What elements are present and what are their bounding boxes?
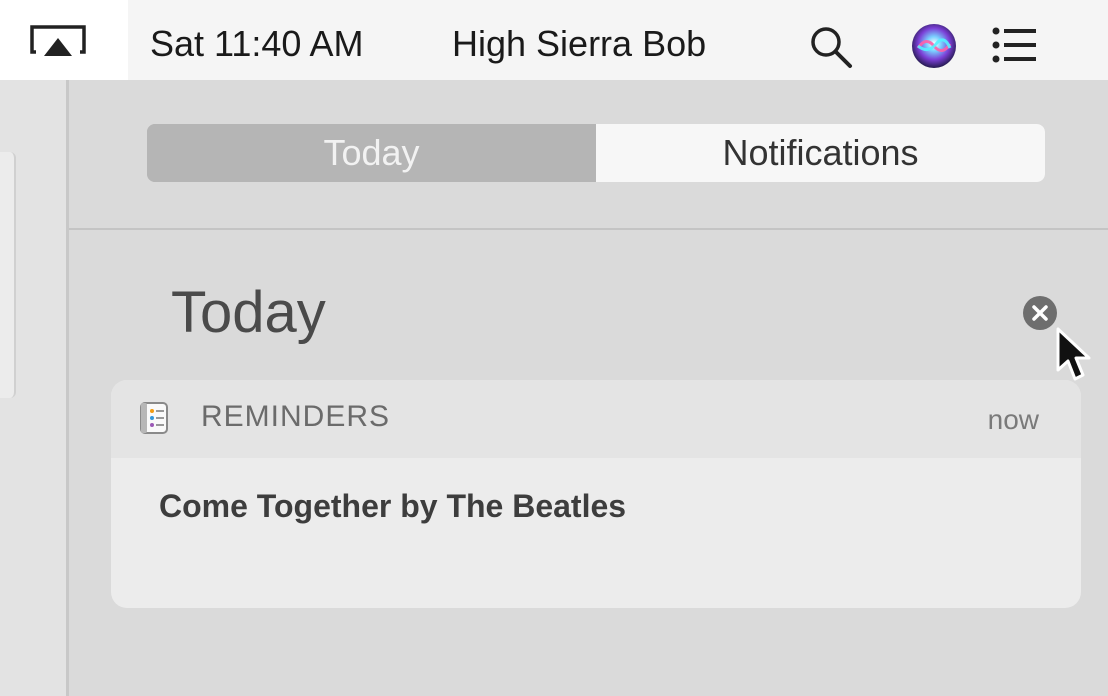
reminders-icon [140, 402, 168, 434]
background-window-edge [0, 80, 69, 696]
menu-bar: Sat 11:40 AM High Sierra Bob [0, 0, 1108, 80]
view-switcher: Today Notifications [147, 124, 1045, 182]
airplay-menu[interactable] [0, 0, 128, 80]
tab-notifications[interactable]: Notifications [596, 124, 1045, 182]
menu-user-name[interactable]: High Sierra Bob [452, 22, 706, 66]
tab-today[interactable]: Today [147, 124, 596, 182]
clear-section-button[interactable] [1023, 296, 1057, 330]
notification-card[interactable]: REMINDERS now Come Together by The Beatl… [111, 380, 1081, 608]
siri-icon[interactable] [910, 22, 958, 70]
search-icon[interactable] [808, 24, 854, 70]
header-divider [69, 228, 1108, 230]
notification-time: now [987, 404, 1039, 435]
airplay-icon [30, 25, 86, 56]
notification-center-panel: Today Notifications Today REMINDERS now … [69, 80, 1108, 696]
mouse-pointer-icon [1056, 327, 1091, 381]
menu-clock[interactable]: Sat 11:40 AM [150, 22, 363, 66]
notification-app-name: REMINDERS [201, 400, 391, 433]
notification-center-icon[interactable] [992, 26, 1036, 64]
background-window-tab [0, 152, 16, 398]
section-title: Today [171, 280, 326, 345]
close-icon [1032, 305, 1048, 321]
notification-header: REMINDERS now [111, 380, 1081, 458]
notification-message: Come Together by The Beatles [159, 488, 627, 524]
